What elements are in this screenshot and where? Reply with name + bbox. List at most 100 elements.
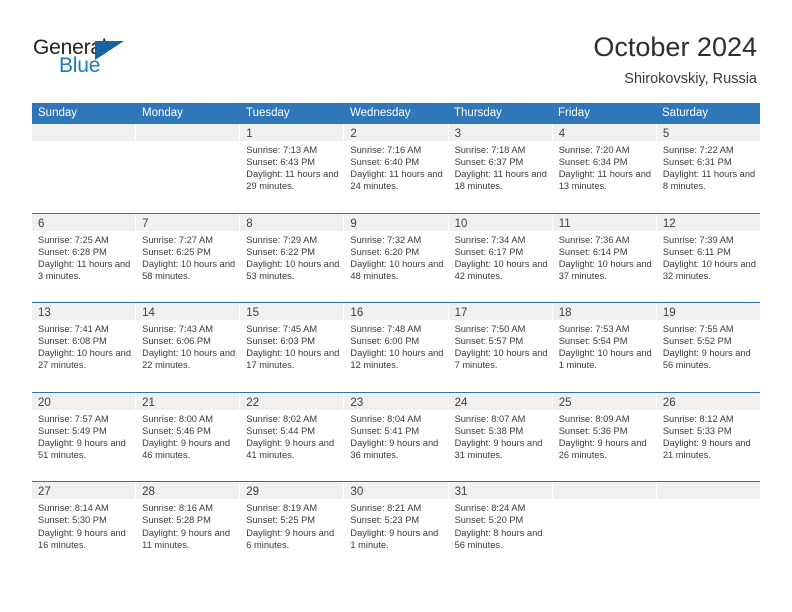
sunset-text: Sunset: 5:23 PM <box>350 515 420 526</box>
daylight-text: Daylight: 10 hours and 53 minutes. <box>246 258 340 281</box>
logo-text-blue: Blue <box>59 54 101 77</box>
day-info: Sunrise: 8:12 AM Sunset: 5:33 PM Daylight:… <box>657 410 760 461</box>
calendar-day-cell[interactable]: 18 Sunrise: 7:53 AM Sunset: 5:54 PM Dayligh… <box>552 303 657 392</box>
daylight-text: Daylight: 9 hours and 56 minutes. <box>662 348 751 371</box>
calendar-day-cell[interactable]: 27 Sunrise: 8:14 AM Sunset: 5:30 PM Dayligh… <box>32 482 137 571</box>
day-number-band: 25 <box>552 392 656 410</box>
calendar-day-cell[interactable]: 12 Sunrise: 7:39 AM Sunset: 6:11 PM Dayligh… <box>656 213 760 303</box>
calendar-day-cell[interactable]: 15 Sunrise: 7:45 AM Sunset: 6:03 PM Dayligh… <box>240 303 345 392</box>
calendar-day-cell[interactable]: 30 Sunrise: 8:21 AM Sunset: 5:23 PM Dayligh… <box>344 482 449 571</box>
day-number: 30 <box>350 486 364 499</box>
calendar-week-row: 27 Sunrise: 8:14 AM Sunset: 5:30 PM Dayligh… <box>32 481 760 571</box>
day-info: Sunrise: 7:34 AM Sunset: 6:17 PM Daylight:… <box>449 231 552 282</box>
day-number: 10 <box>454 217 468 230</box>
weekday-header-wednesday: Wednesday <box>350 107 411 119</box>
sunset-text: Sunset: 6:34 PM <box>558 157 628 168</box>
sunset-text: Sunset: 6:08 PM <box>38 336 107 347</box>
calendar-day-cell[interactable]: 24 Sunrise: 8:07 AM Sunset: 5:38 PM Dayligh… <box>448 392 553 482</box>
sunset-text: Sunset: 6:31 PM <box>662 157 732 168</box>
day-number-band: 12 <box>656 213 760 231</box>
calendar-day-cell[interactable]: 23 Sunrise: 8:04 AM Sunset: 5:41 PM Dayligh… <box>344 392 449 482</box>
calendar-day-cell[interactable]: 26 Sunrise: 8:12 AM Sunset: 5:33 PM Dayligh… <box>656 392 760 482</box>
calendar-day-cell[interactable]: 1 Sunrise: 7:13 AM Sunset: 6:43 PM Daylight… <box>240 124 345 213</box>
day-number-band: 16 <box>344 303 448 321</box>
calendar-day-cell[interactable]: 9 Sunrise: 7:32 AM Sunset: 6:20 PM Daylight… <box>344 213 449 303</box>
daylight-text: Daylight: 9 hours and 16 minutes. <box>38 527 126 550</box>
day-number: 26 <box>662 396 676 409</box>
sunrise-text: Sunrise: 7:57 AM <box>38 413 109 424</box>
day-number: 28 <box>142 486 155 499</box>
sunset-text: Sunset: 5:52 PM <box>662 336 732 347</box>
calendar-day-cell[interactable]: 28 Sunrise: 8:16 AM Sunset: 5:28 PM Dayligh… <box>136 482 241 571</box>
daylight-text: Daylight: 10 hours and 48 minutes. <box>350 258 444 281</box>
calendar-day-cell[interactable]: 17 Sunrise: 7:50 AM Sunset: 5:57 PM Dayligh… <box>448 303 553 392</box>
daylight-text: Daylight: 9 hours and 41 minutes. <box>246 437 335 461</box>
sunset-text: Sunset: 6:00 PM <box>350 336 420 347</box>
calendar-day-cell[interactable]: 10 Sunrise: 7:34 AM Sunset: 6:17 PM Dayligh… <box>448 213 553 303</box>
calendar-day-cell[interactable]: 7 Sunrise: 7:27 AM Sunset: 6:25 PM Daylight… <box>136 213 241 303</box>
sunrise-text: Sunrise: 8:00 AM <box>142 413 213 424</box>
calendar-day-cell[interactable]: 19 Sunrise: 7:55 AM Sunset: 5:52 PM Dayligh… <box>656 303 760 392</box>
calendar-day-cell[interactable]: 2 Sunrise: 7:16 AM Sunset: 6:40 PM Daylight… <box>344 124 449 213</box>
day-number-band: 21 <box>136 392 240 410</box>
calendar-day-cell[interactable]: 3 Sunrise: 7:18 AM Sunset: 6:37 PM Daylight… <box>448 124 553 213</box>
daylight-text: Daylight: 9 hours and 36 minutes. <box>350 437 439 461</box>
day-number: 20 <box>38 396 51 409</box>
calendar-day-cell[interactable]: 6 Sunrise: 7:25 AM Sunset: 6:28 PM Daylight… <box>32 213 137 303</box>
weekday-header-monday: Monday <box>142 107 183 119</box>
calendar-day-cell[interactable]: 11 Sunrise: 7:36 AM Sunset: 6:14 PM Dayligh… <box>552 213 657 303</box>
calendar-week-row: 6 Sunrise: 7:25 AM Sunset: 6:28 PM Daylight… <box>32 212 760 303</box>
daylight-text: Daylight: 11 hours and 3 minutes. <box>38 258 131 281</box>
sunset-text: Sunset: 6:40 PM <box>350 157 420 168</box>
calendar-day-cell[interactable]: 14 Sunrise: 7:43 AM Sunset: 6:06 PM Dayligh… <box>136 303 241 392</box>
sunset-text: Sunset: 5:44 PM <box>246 425 316 436</box>
day-number-band: 13 <box>32 303 136 321</box>
day-info: Sunrise: 8:00 AM Sunset: 5:46 PM Daylight:… <box>136 410 239 461</box>
day-number-band: 20 <box>32 392 136 410</box>
calendar-day-cell[interactable]: 31 Sunrise: 8:24 AM Sunset: 5:20 PM Dayligh… <box>448 482 553 571</box>
day-number-band: 7 <box>136 213 240 231</box>
calendar-day-cell[interactable]: 4 Sunrise: 7:20 AM Sunset: 6:34 PM Daylight… <box>552 124 657 213</box>
sunrise-text: Sunrise: 8:09 AM <box>558 413 630 424</box>
daylight-text: Daylight: 11 hours and 13 minutes. <box>558 169 652 192</box>
weekday-header-friday: Friday <box>558 107 590 119</box>
calendar-day-cell[interactable]: 25 Sunrise: 8:09 AM Sunset: 5:36 PM Dayligh… <box>552 392 657 482</box>
day-info: Sunrise: 7:43 AM Sunset: 6:06 PM Daylight:… <box>136 320 239 371</box>
calendar-day-cell[interactable]: 22 Sunrise: 8:02 AM Sunset: 5:44 PM Dayligh… <box>240 392 345 482</box>
calendar-day-cell[interactable]: 13 Sunrise: 7:41 AM Sunset: 6:08 PM Dayligh… <box>32 303 137 392</box>
day-info: Sunrise: 8:04 AM Sunset: 5:41 PM Daylight:… <box>344 410 447 461</box>
day-number-band: 9 <box>344 213 448 231</box>
daylight-text: Daylight: 10 hours and 32 minutes. <box>662 258 756 281</box>
day-info: Sunrise: 7:53 AM Sunset: 5:54 PM Daylight:… <box>553 320 656 371</box>
sunrise-text: Sunrise: 8:19 AM <box>246 503 318 514</box>
day-number: 25 <box>558 396 572 409</box>
calendar-day-cell[interactable]: 20 Sunrise: 7:57 AM Sunset: 5:49 PM Dayligh… <box>32 392 137 482</box>
day-number: 22 <box>246 396 260 409</box>
day-info: Sunrise: 7:32 AM Sunset: 6:20 PM Daylight:… <box>344 231 447 282</box>
sunrise-text: Sunrise: 8:12 AM <box>662 413 734 424</box>
daylight-text: Daylight: 10 hours and 58 minutes. <box>142 258 236 281</box>
calendar-day-cell[interactable]: 29 Sunrise: 8:19 AM Sunset: 5:25 PM Dayligh… <box>240 482 345 571</box>
sunrise-text: Sunrise: 7:43 AM <box>142 324 213 335</box>
sunrise-text: Sunrise: 7:22 AM <box>662 145 734 155</box>
calendar-day-cell-empty <box>32 124 137 213</box>
day-number-band: 23 <box>344 392 448 410</box>
day-info: Sunrise: 8:19 AM Sunset: 5:25 PM Daylight:… <box>240 499 343 550</box>
calendar-day-cell[interactable]: 8 Sunrise: 7:29 AM Sunset: 6:22 PM Daylight… <box>240 213 345 303</box>
calendar-day-cell[interactable]: 21 Sunrise: 8:00 AM Sunset: 5:46 PM Dayligh… <box>136 392 241 482</box>
day-number-band: 5 <box>656 124 760 141</box>
sunrise-text: Sunrise: 7:18 AM <box>454 145 526 155</box>
day-info: Sunrise: 8:24 AM Sunset: 5:20 PM Daylight:… <box>449 499 552 550</box>
daylight-text: Daylight: 9 hours and 46 minutes. <box>142 437 230 461</box>
sunrise-text: Sunrise: 7:41 AM <box>38 324 109 335</box>
sunset-text: Sunset: 6:14 PM <box>558 246 628 257</box>
day-info: Sunrise: 7:50 AM Sunset: 5:57 PM Daylight:… <box>449 320 552 371</box>
calendar-day-cell[interactable]: 16 Sunrise: 7:48 AM Sunset: 6:00 PM Dayligh… <box>344 303 449 392</box>
day-number-band: 1 <box>240 124 344 141</box>
sunset-text: Sunset: 6:22 PM <box>246 246 316 257</box>
sunrise-text: Sunrise: 7:32 AM <box>350 234 422 245</box>
sunrise-text: Sunrise: 8:24 AM <box>454 503 526 514</box>
sunset-text: Sunset: 5:30 PM <box>38 515 107 526</box>
calendar-day-cell[interactable]: 5 Sunrise: 7:22 AM Sunset: 6:31 PM Daylight… <box>656 124 760 213</box>
sunrise-text: Sunrise: 7:13 AM <box>246 145 318 155</box>
